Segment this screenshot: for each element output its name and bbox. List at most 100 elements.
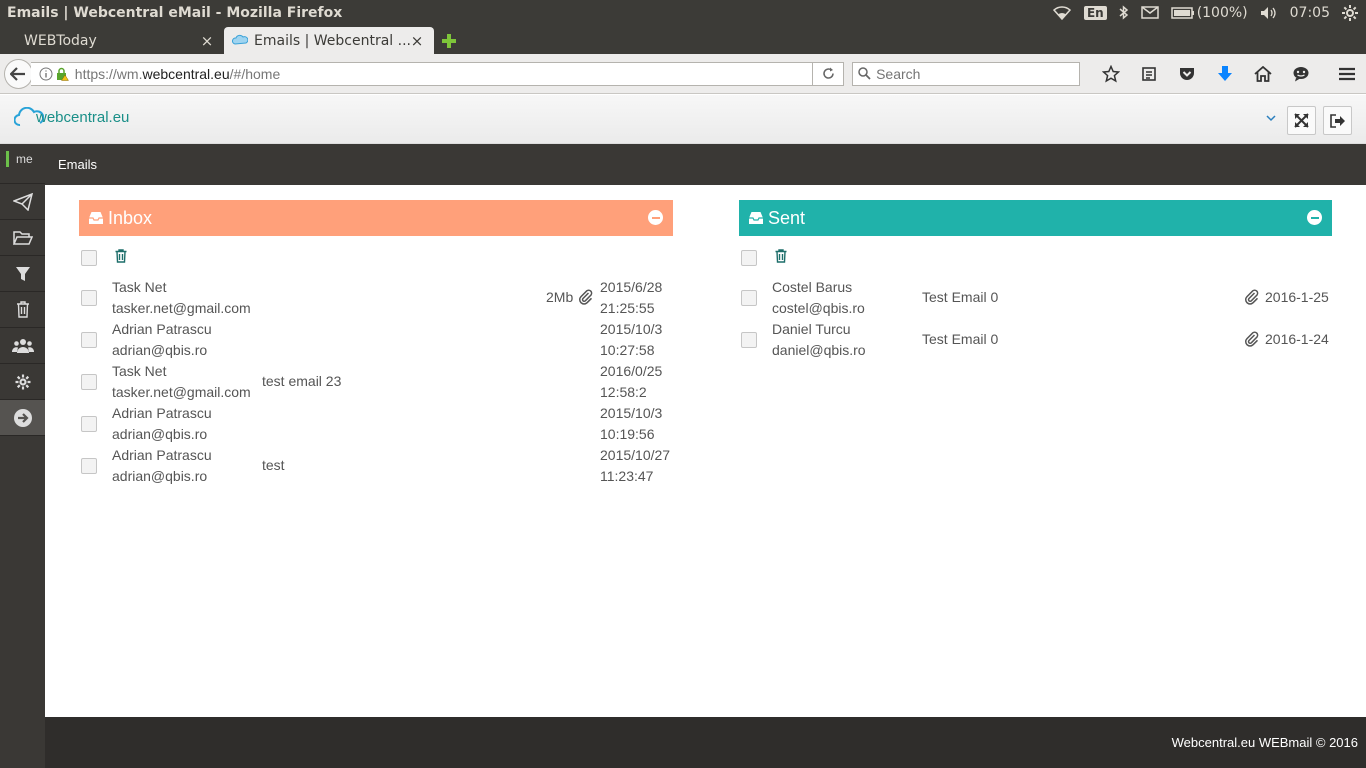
email-select-checkbox[interactable] [81,332,97,348]
arrow-circle-right-icon [13,408,32,427]
collapse-minus-icon[interactable] [648,210,663,225]
mail-icon[interactable] [1140,6,1159,19]
system-gear-icon[interactable] [1342,4,1358,21]
sidebar-item-folders[interactable] [0,220,45,256]
email-row[interactable]: Adrian Patrascu adrian@qbis.ro test 2015/10… [79,444,673,486]
battery-icon[interactable] [1170,6,1195,19]
email-select-checkbox[interactable] [741,290,757,306]
email-row[interactable]: Task Net tasker.net@gmail.com 2Mb 2015/6/28… [79,276,673,318]
new-tab-plus-icon[interactable] [434,27,464,54]
user-menu-caret-icon[interactable] [1266,111,1276,125]
site-identity[interactable] [39,67,69,81]
sidebar-item-settings[interactable] [0,364,45,400]
email-sender: Task Net tasker.net@gmail.com [112,277,251,319]
email-date-time: 21:25:55 [600,300,655,316]
delete-trash-icon[interactable] [775,249,787,263]
sent-title: Sent [768,207,806,228]
email-date: 2015/10/3 10:27:58 [600,319,662,361]
url-bar[interactable]: https://wm. webcentral.eu/#/home [30,61,814,86]
sender-name: Adrian Patrascu [112,321,212,337]
window-title: Emails | Webcentral eMail - Mozilla Fire… [7,4,343,21]
email-select-checkbox[interactable] [81,416,97,432]
email-select-checkbox[interactable] [81,290,97,306]
chat-icon[interactable] [1282,59,1320,89]
collapse-minus-icon[interactable] [1307,210,1322,225]
reading-list-icon[interactable] [1130,59,1168,89]
email-sender: Daniel Turcu daniel@qbis.ro [772,319,866,361]
back-button[interactable] [4,58,33,89]
paperclip-icon [1244,331,1260,347]
sent-panel: Sent Costel Barus costel@qbis.ro Test Emai… [739,200,1332,360]
email-date: 2015/6/28 21:25:55 [600,277,662,319]
select-all-checkbox[interactable] [81,250,97,266]
bluetooth-icon[interactable] [1119,5,1129,20]
pocket-icon[interactable] [1168,59,1206,89]
sidebar-item-trash[interactable] [0,292,45,328]
sender-name: Task Net [112,363,167,379]
sent-message-list: Costel Barus costel@qbis.ro Test Email 0 20… [739,276,1332,360]
sender-email: adrian@qbis.ro [112,468,208,484]
clock[interactable]: 07:05 [1290,5,1330,21]
delete-trash-icon[interactable] [115,249,127,263]
wifi-icon[interactable] [1052,5,1072,20]
fullscreen-button[interactable] [1287,106,1316,135]
email-sender: Adrian Patrascu adrian@qbis.ro [112,319,212,361]
paper-plane-icon [12,192,33,211]
info-icon [39,67,53,80]
filter-icon [15,266,30,281]
select-all-checkbox[interactable] [741,250,757,266]
email-date: 2016-1-25 [1265,289,1329,305]
email-sender: Adrian Patrascu adrian@qbis.ro [112,403,212,445]
email-select-checkbox[interactable] [81,374,97,390]
email-sender: Adrian Patrascu adrian@qbis.ro [112,445,212,487]
search-input[interactable] [876,65,1077,82]
tab-webtoday[interactable]: WEBToday × [0,27,224,54]
browser-search-box[interactable] [852,61,1080,86]
lock-warning-icon [56,67,69,81]
sent-header: Sent [739,200,1332,236]
url-prefix: https://wm. [74,65,143,82]
email-row[interactable]: Adrian Patrascu adrian@qbis.ro 2015/10/3 10… [79,402,673,444]
reload-button[interactable] [813,61,845,86]
sender-name: Task Net [112,279,167,295]
tab-close-icon[interactable]: × [200,32,214,50]
sidebar-item-expand[interactable] [0,400,45,436]
webcentral-logo[interactable]: webcentral.eu [14,107,129,127]
email-select-checkbox[interactable] [741,332,757,348]
tab-close-icon[interactable]: × [410,32,424,50]
browser-navigation-bar: https://wm. webcentral.eu/#/home [0,54,1366,94]
email-row[interactable]: Adrian Patrascu adrian@qbis.ro 2015/10/3 10… [79,318,673,360]
bookmark-star-icon[interactable] [1092,59,1130,89]
email-row[interactable]: Daniel Turcu daniel@qbis.ro Test Email 0 20… [739,318,1332,360]
email-date: 2015/10/27 11:23:47 [600,445,670,487]
sign-out-icon [1329,113,1345,128]
keyboard-layout-indicator[interactable]: En [1083,5,1107,20]
section-title: Emails [58,157,98,172]
tab-label: WEBToday [24,32,97,49]
folder-open-icon [12,230,33,245]
sender-name: Adrian Patrascu [112,405,212,421]
gear-icon [15,374,30,389]
email-date-day: 2016/0/25 [600,363,663,379]
sidebar-user-label: me [16,151,33,166]
hamburger-menu-icon[interactable] [1328,59,1366,89]
email-row[interactable]: Costel Barus costel@qbis.ro Test Email 0 20… [739,276,1332,318]
tab-label: Emails | Webcentral ... [254,32,410,49]
email-select-checkbox[interactable] [81,458,97,474]
sidebar-item-compose[interactable] [0,184,45,220]
sidebar-item-contacts[interactable] [0,328,45,364]
sidebar-user[interactable]: me [0,144,45,184]
email-subject: Test Email 0 [922,289,999,305]
email-subject: test email 23 [262,373,342,389]
download-icon[interactable] [1206,59,1244,89]
home-icon[interactable] [1244,59,1282,89]
sent-tray-icon [748,211,764,225]
email-row[interactable]: Task Net tasker.net@gmail.com test email 2… [79,360,673,402]
volume-icon[interactable] [1260,6,1278,20]
logout-button[interactable] [1323,106,1352,135]
paperclip-icon [1244,289,1260,305]
app-header: webcentral.eu [0,95,1366,144]
tab-emails[interactable]: Emails | Webcentral ... × [224,27,434,54]
email-size: 2Mb [546,289,574,305]
sidebar-item-filters[interactable] [0,256,45,292]
